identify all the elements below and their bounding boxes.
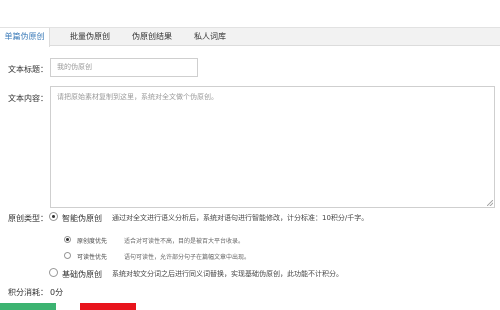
tab-results[interactable]: 伪原创结果 — [126, 28, 178, 46]
smart-label[interactable]: 智能伪原创 — [62, 213, 102, 224]
tab-single[interactable]: 单篇伪原创 — [0, 28, 50, 47]
title-label: 文本标题： — [8, 65, 48, 74]
originality-first-radio[interactable] — [64, 236, 71, 243]
readability-first-description: 语句可读性，允许部分句子在篇幅文章中出现。 — [124, 254, 251, 261]
originality-first-description: 适合对可读性不高，目的是被百大平台收录。 — [124, 238, 245, 245]
basic-label[interactable]: 基础伪原创 — [62, 269, 102, 280]
points-label: 积分消耗： — [8, 288, 48, 297]
originality-first-label[interactable]: 原创度优先 — [77, 236, 107, 245]
smart-description: 通过对全文进行语义分析后，系统对语句进行智能修改，计分标准：10积分/千字。 — [112, 214, 369, 222]
resize-grip[interactable] — [487, 200, 493, 206]
type-label: 原创类型： — [8, 214, 48, 223]
content-textarea[interactable]: 请把原始素材复制到这里，系统对全文做个伪原创。 — [50, 86, 495, 208]
title-input[interactable]: 我的伪原创 — [50, 58, 198, 77]
content-placeholder: 请把原始素材复制到这里，系统对全文做个伪原创。 — [57, 93, 218, 101]
tab-batch[interactable]: 批量伪原创 — [64, 28, 116, 46]
content-label: 文本内容： — [8, 94, 48, 103]
submit-button[interactable] — [0, 303, 56, 310]
smart-radio[interactable] — [49, 212, 58, 221]
readability-first-label[interactable]: 可读性优先 — [77, 252, 107, 261]
points-value: 0分 — [50, 288, 64, 297]
basic-description: 系统对软文分词之后进行同义词替换，实现基础伪原创，此功能不计积分。 — [112, 270, 343, 278]
tab-bar: 单篇伪原创 批量伪原创 伪原创结果 私人词库 — [0, 27, 500, 47]
tab-private-lexicon[interactable]: 私人词库 — [188, 28, 232, 46]
clear-button[interactable] — [80, 303, 136, 310]
basic-radio[interactable] — [49, 268, 58, 277]
readability-first-radio[interactable] — [64, 252, 71, 259]
